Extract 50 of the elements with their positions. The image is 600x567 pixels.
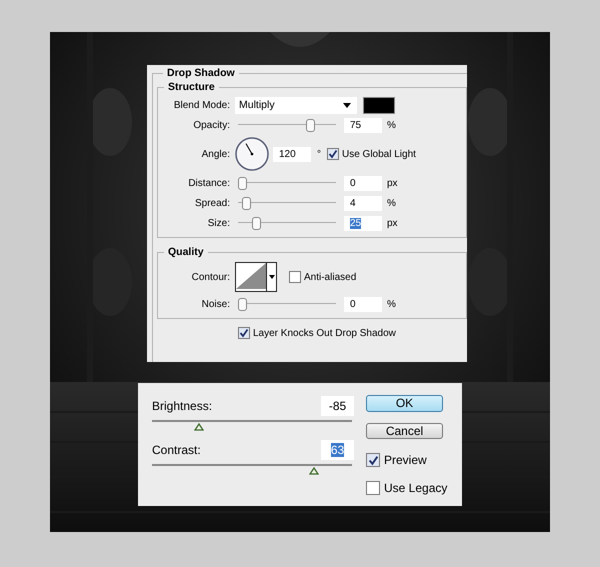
slider-handle[interactable] [309,467,320,475]
unit-label: % [387,298,396,310]
field-label: Opacity: [192,120,231,130]
unit-label: ° [317,148,321,160]
field-label: Noise: [200,298,231,310]
field-label: Size: [206,218,231,228]
slider-handle[interactable] [306,119,314,132]
number-field[interactable]: 25 [344,216,382,230]
field-label: Blend Mode: [172,100,231,110]
checkbox[interactable]: Use Global Light [327,148,416,160]
blend-mode-dropdown[interactable]: Multiply [235,96,357,114]
section-title: Drop Shadow [166,67,236,79]
number-field[interactable]: -85 [321,396,354,416]
slider-handle[interactable] [242,197,251,210]
dialog-button[interactable]: Cancel [366,422,443,439]
checkbox[interactable]: Preview [366,453,427,467]
contour-picker[interactable] [235,262,277,292]
slider-handle[interactable] [194,423,204,431]
check-icon [239,328,249,338]
number-field[interactable]: 0 [344,296,382,312]
unit-label: px [387,178,398,188]
angle-dial[interactable] [235,137,269,171]
number-field[interactable]: 0 [344,176,382,190]
number-field[interactable]: 63 [321,440,354,460]
field-label: Spread: [194,198,231,208]
unit-label: % [387,198,396,208]
field-label: Contour: [190,272,231,282]
unit-label: % [387,120,396,130]
check-icon [368,454,378,466]
check-icon [328,149,338,159]
number-field[interactable]: 4 [344,196,382,210]
checkbox[interactable]: Use Legacy [366,481,448,495]
number-field[interactable]: 120 [273,146,311,162]
dialog-button[interactable]: OK [366,395,443,412]
field-label: Angle: [200,148,231,160]
slider-handle[interactable] [238,177,247,190]
slider-handle[interactable] [252,217,260,230]
checkbox[interactable]: Anti-aliased [289,271,356,283]
section-title: Structure [167,81,216,93]
number-field[interactable]: 75 [344,118,382,132]
slider-handle[interactable] [238,298,247,311]
section-title: Quality [167,246,205,258]
checkbox[interactable]: Layer Knocks Out Drop Shadow [238,327,467,339]
caret-icon [343,102,351,108]
field-label: Brightness: [152,399,212,413]
field-label: Distance: [187,178,231,188]
color-swatch[interactable] [363,96,395,114]
field-label: Contrast: [152,443,201,457]
caret-icon [268,275,274,279]
unit-label: px [387,218,398,228]
